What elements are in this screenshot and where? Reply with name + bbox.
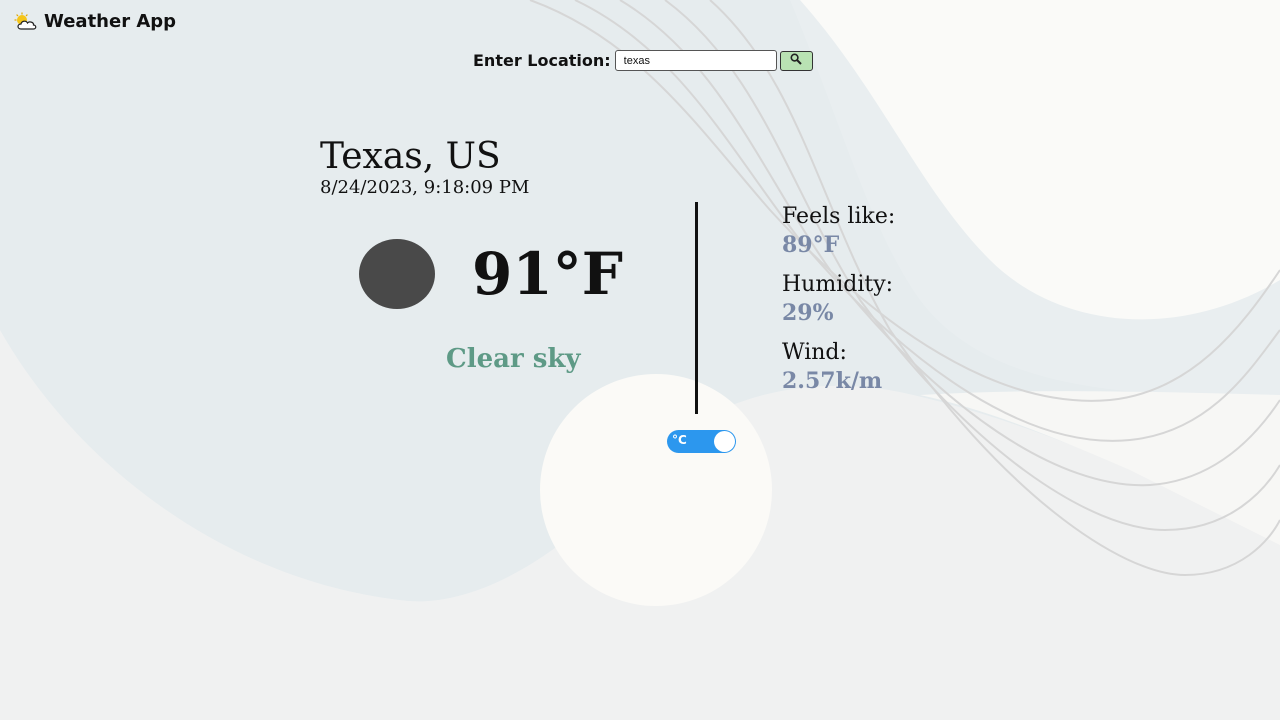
app-title-text: Weather App (44, 11, 177, 32)
humidity-stat: Humidity: 29% (782, 270, 895, 327)
wind-stat: Wind: 2.57k/m (782, 338, 895, 395)
search-icon (790, 53, 802, 68)
weather-condition-icon (359, 239, 435, 309)
weather-description: Clear sky (446, 344, 581, 374)
unit-toggle[interactable]: °C (667, 430, 736, 453)
app-title: Weather App (14, 11, 176, 32)
search-label: Enter Location: (473, 51, 611, 70)
weather-details: Feels like: 89°F Humidity: 29% Wind: 2.5… (782, 202, 895, 406)
feels-like-label: Feels like: (782, 204, 896, 229)
search-button[interactable] (779, 50, 813, 71)
toggle-label: °C (672, 433, 687, 447)
humidity-label: Humidity: (782, 272, 894, 297)
date-time: 8/24/2023, 9:18:09 PM (320, 177, 530, 198)
search-bar: Enter Location: (473, 50, 813, 71)
background-decoration (0, 0, 1280, 720)
location-info: Texas, US 8/24/2023, 9:18:09 PM (320, 136, 529, 199)
cloud-sun-icon (14, 12, 38, 32)
wind-value: 2.57k/m (782, 368, 883, 394)
vertical-divider (695, 202, 698, 414)
city-name: Texas, US (320, 136, 501, 177)
weather-page: Weather App Enter Location: Texas, US 8/… (0, 0, 1280, 720)
wind-label: Wind: (782, 340, 847, 365)
current-temperature: 91°F (472, 240, 623, 308)
toggle-knob (714, 431, 735, 452)
humidity-value: 29% (782, 300, 834, 326)
feels-like-value: 89°F (782, 232, 840, 258)
feels-like-stat: Feels like: 89°F (782, 202, 895, 259)
search-input[interactable] (614, 50, 777, 71)
